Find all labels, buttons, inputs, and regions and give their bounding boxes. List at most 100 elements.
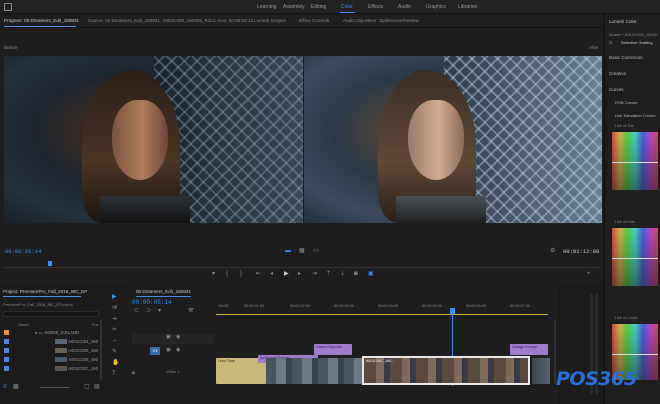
eye-icon[interactable]: ◉	[176, 347, 180, 353]
step-forward-icon[interactable]: ▸	[298, 271, 301, 277]
column-frame-rate[interactable]: Fra	[92, 322, 98, 327]
tab-source[interactable]: Source: 00 Dreamers_Edit_180831: A002C00…	[88, 18, 253, 23]
split-view-icon[interactable]: ▬	[285, 248, 291, 254]
section-creative[interactable]: Creative	[609, 71, 626, 76]
selected-clip[interactable]: A001C007_160...	[362, 356, 530, 385]
slip-tool-icon[interactable]: ⇔	[112, 338, 118, 344]
sync-lock-icon[interactable]: ▣	[166, 334, 171, 340]
sync-lock-icon[interactable]: ▣	[166, 347, 171, 353]
hand-tool-icon[interactable]: ✋	[112, 360, 119, 366]
ripple-edit-tool-icon[interactable]: ⟛	[112, 316, 117, 322]
clip-thumbnail	[55, 348, 68, 354]
workspace-color[interactable]: Color	[341, 4, 353, 10]
workspace-graphics[interactable]: Graphics	[426, 4, 446, 10]
home-icon[interactable]	[4, 3, 12, 11]
section-curves[interactable]: Curves	[609, 87, 624, 92]
mark-out-icon[interactable]: }	[240, 271, 242, 277]
wrench-icon[interactable]: ⚙	[550, 248, 555, 254]
hue-vs-sat-curve[interactable]	[612, 132, 658, 190]
sequence-tab[interactable]: 00 Dreamers_Edit_180831	[136, 289, 191, 294]
marker-icon[interactable]: ▾	[212, 271, 215, 277]
tab-audio-clip-mixer[interactable]: Audio Clip Mixer: SplitScreenPreview	[343, 18, 419, 23]
zoom-slider[interactable]	[40, 387, 70, 388]
list-item-folder[interactable]: ▸ ▭ 160508_ICELAND	[4, 330, 100, 339]
play-icon[interactable]: ▶	[284, 271, 289, 277]
video-clip-track[interactable]	[532, 358, 550, 384]
add-marker-icon[interactable]: ▾	[158, 308, 161, 314]
project-title[interactable]: Project: PremierePro_Fall_2018_IBC_EP	[3, 289, 87, 294]
list-item[interactable]: A001C007_160	[4, 366, 100, 375]
section-rgb-curves[interactable]: RGB Curves	[615, 100, 637, 105]
clip-green-grey[interactable]: Green Grey.mov	[314, 344, 352, 355]
workspace-audio[interactable]: Audio	[398, 4, 411, 10]
eye-icon[interactable]: ◉	[176, 334, 180, 340]
clip-thumbnail	[55, 357, 68, 363]
tab-effect-controls[interactable]: Effect Controls	[299, 18, 329, 23]
list-item[interactable]: A001C004_160	[4, 339, 100, 348]
subject-face	[112, 100, 168, 180]
selection-tool-icon[interactable]: ▶	[112, 294, 117, 300]
workspace-assembly[interactable]: Assembly	[283, 4, 305, 10]
list-view-icon[interactable]: ≡	[3, 384, 7, 390]
curve-label-hue-vs-sat: Hue vs Sat	[615, 124, 634, 128]
track-target-v1[interactable]: V1	[150, 347, 160, 355]
razor-tool-icon[interactable]: ✂	[112, 327, 117, 333]
clip-label: Green Grey.mov	[316, 345, 343, 349]
extract-icon[interactable]: ⇣	[340, 271, 345, 277]
snap-icon[interactable]: ⊂	[134, 308, 139, 314]
go-to-in-icon[interactable]: ⇤	[256, 271, 261, 277]
tab-lumetri-scopes[interactable]: Lumetri Scopes	[254, 18, 286, 23]
workspace-libraries[interactable]: Libraries	[458, 4, 477, 10]
program-duration: 00:01:12:00	[563, 248, 600, 255]
side-by-side-icon[interactable]: ▦	[299, 248, 305, 254]
label-color-swatch	[4, 330, 9, 336]
search-input[interactable]	[3, 311, 99, 317]
section-hue-saturation-curves[interactable]: Hue Saturation Curves	[615, 113, 655, 118]
curve-line[interactable]	[612, 258, 658, 259]
curve-label-hue-vs-hue: Hue vs Hue	[615, 220, 635, 224]
track-header-v3[interactable]	[132, 334, 214, 344]
workspace-learning[interactable]: Learning	[257, 4, 276, 10]
list-item[interactable]: A001C005_160	[4, 348, 100, 357]
hue-vs-hue-curve[interactable]	[612, 228, 658, 286]
text-tool-icon[interactable]: T	[112, 371, 116, 377]
compare-view-icon[interactable]: ▭	[313, 248, 319, 254]
timeline-wrench-icon[interactable]: ⚒	[188, 308, 193, 314]
work-area-bar[interactable]	[216, 314, 548, 315]
ruler-tick: 00:00:07:00	[510, 304, 531, 308]
column-name[interactable]: Name	[18, 322, 29, 327]
label-color-swatch	[4, 366, 9, 372]
trash-icon[interactable]: ▤	[94, 384, 100, 390]
curve-line[interactable]	[612, 354, 658, 355]
playhead-marker[interactable]	[48, 261, 52, 266]
project-scrollbar[interactable]	[100, 320, 102, 380]
curve-line[interactable]	[612, 162, 658, 163]
workspace-editing[interactable]: Editing	[311, 4, 326, 10]
mark-in-icon[interactable]: {	[226, 271, 228, 277]
section-basic-correction[interactable]: Basic Correction	[609, 55, 643, 60]
monitor-scrub-bar[interactable]	[4, 261, 600, 268]
track-name-video1: Video 1	[166, 369, 180, 374]
list-item[interactable]: A001C006_160	[4, 357, 100, 366]
clip-orange[interactable]: Orange Orange	[510, 344, 548, 355]
lumetri-title[interactable]: Lumetri Color	[609, 19, 637, 24]
program-timecode[interactable]: 00:00:05:14	[5, 248, 41, 255]
folder-name: 160508_ICELAND	[43, 330, 80, 335]
icon-view-icon[interactable]: ▦	[13, 384, 19, 390]
video-clip-track[interactable]	[266, 358, 362, 384]
workspace-effects[interactable]: Effects	[368, 4, 383, 10]
pen-tool-icon[interactable]: ✎	[112, 349, 117, 355]
timeline-timecode[interactable]: 00:00:05:14	[132, 299, 172, 306]
add-button-icon[interactable]: +	[587, 271, 591, 277]
lift-icon[interactable]: ⇡	[326, 271, 331, 277]
new-item-icon[interactable]: ▢	[84, 384, 90, 390]
go-to-out-icon[interactable]: ⇥	[312, 271, 317, 277]
track-select-tool-icon[interactable]: ⇉	[112, 305, 117, 311]
step-back-icon[interactable]: ◂	[270, 271, 273, 277]
camera-icon[interactable]: ◙	[354, 271, 358, 277]
comparison-view-icon[interactable]: ▣	[368, 271, 374, 277]
preset-name[interactable]: Selective Grading	[621, 40, 653, 45]
linked-selection-icon[interactable]: ⊃	[146, 308, 151, 314]
tab-program[interactable]: Program: 00 Dreamers_Edit_180831	[4, 18, 79, 23]
lock-icon[interactable]: 🔒︎	[132, 370, 135, 376]
